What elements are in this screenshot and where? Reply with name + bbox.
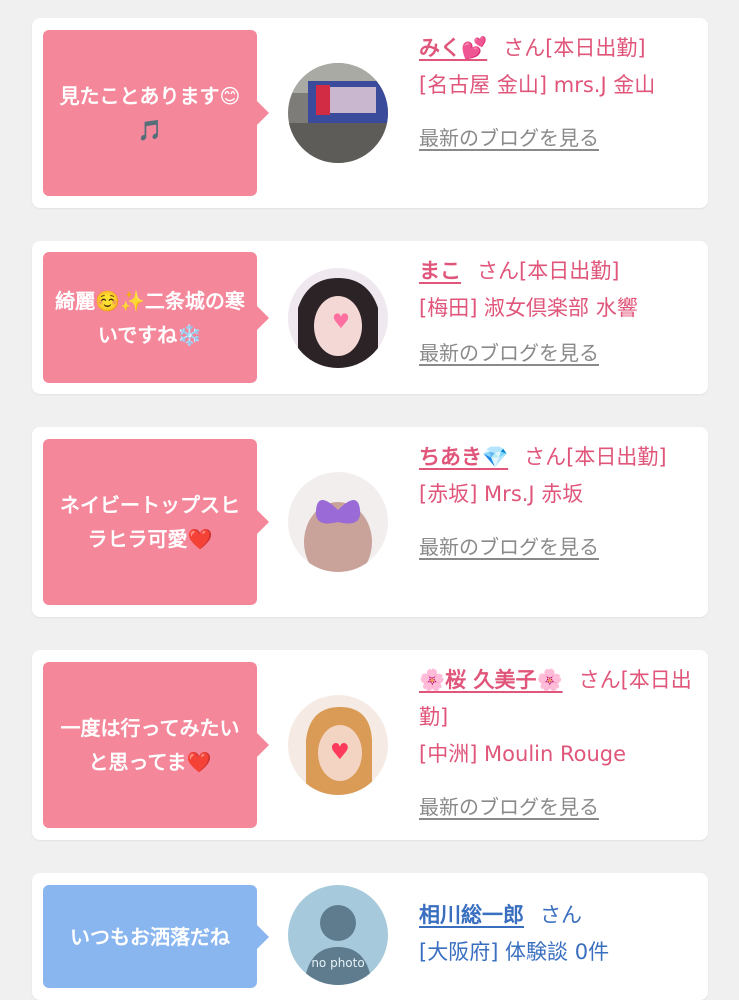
cast-info: ちあき💎 さん[本日出勤] [赤坂] Mrs.J 赤坂 最新のブログを見る	[419, 439, 699, 566]
no-photo-label: no photo	[311, 956, 364, 970]
honorific: さん	[524, 445, 567, 469]
avatar-photo-icon	[288, 63, 388, 163]
status-badge: [本日出勤]	[545, 36, 646, 60]
review-card: 見たことあります😊🎵 みく💕 さん[本日出勤] [名古屋 金山] mrs.J 金山…	[32, 18, 708, 208]
avatar[interactable]: ♥	[288, 268, 388, 368]
comment-bubble: ネイビートップスヒラヒラ可愛❤️	[43, 439, 269, 605]
reviewer-name-link[interactable]: 相川総一郎	[419, 903, 524, 927]
shop-info: [赤坂] Mrs.J 赤坂	[419, 482, 584, 506]
review-card: いつもお洒落だね no photo 相川総一郎 さん [大阪府] 体験談 0件	[32, 873, 708, 1000]
honorific: さん	[477, 259, 519, 283]
comment-bubble: いつもお洒落だね	[43, 885, 269, 988]
avatar[interactable]: no photo	[288, 885, 388, 985]
honorific: さん	[540, 903, 582, 927]
review-card: ネイビートップスヒラヒラ可愛❤️ ちあき💎 さん[本日出勤] [赤坂] Mrs.J…	[32, 427, 708, 617]
avatar-photo-icon: ♥	[288, 268, 388, 368]
status-badge: [本日出勤]	[566, 445, 667, 469]
comment-text: 綺麗☺️✨二条城の寒いですね❄️	[55, 288, 245, 347]
avatar[interactable]	[288, 472, 388, 572]
cast-name-link[interactable]: みく💕	[419, 36, 487, 60]
review-list: 見たことあります😊🎵 みく💕 さん[本日出勤] [名古屋 金山] mrs.J 金山…	[0, 0, 739, 1000]
honorific: さん	[578, 668, 621, 692]
blog-link[interactable]: 最新のブログを見る	[419, 529, 599, 566]
comment-bubble: 見たことあります😊🎵	[43, 30, 269, 196]
blog-link[interactable]: 最新のブログを見る	[419, 789, 599, 826]
cast-info: まこ さん[本日出勤] [梅田] 淑女倶楽部 水響 最新のブログを見る	[419, 253, 699, 372]
honorific: さん	[503, 36, 546, 60]
cast-name-link[interactable]: 🌸桜 久美子🌸	[419, 668, 563, 692]
comment-text: 見たことあります😊🎵	[59, 84, 241, 142]
avatar[interactable]: ♥	[288, 695, 388, 795]
comment-bubble: 綺麗☺️✨二条城の寒いですね❄️	[43, 252, 269, 383]
cast-info: みく💕 さん[本日出勤] [名古屋 金山] mrs.J 金山 最新のブログを見る	[419, 30, 699, 157]
shop-info: [名古屋 金山] mrs.J 金山	[419, 73, 656, 97]
status-badge: [本日出勤]	[519, 259, 620, 283]
avatar[interactable]	[288, 63, 388, 163]
blog-link[interactable]: 最新のブログを見る	[419, 335, 599, 372]
cast-name-link[interactable]: ちあき💎	[419, 445, 508, 469]
review-card: 綺麗☺️✨二条城の寒いですね❄️ ♥ まこ さん[本日出勤] [梅田] 淑女倶楽部…	[32, 241, 708, 394]
no-photo-silhouette-icon: no photo	[288, 885, 388, 985]
cast-info: 🌸桜 久美子🌸 さん[本日出勤] [中洲] Moulin Rouge 最新のブログ…	[419, 662, 699, 826]
shop-info: [中洲] Moulin Rouge	[419, 742, 627, 766]
cast-name-link[interactable]: まこ	[419, 259, 461, 283]
comment-bubble: 一度は行ってみたいと思ってま❤️	[43, 662, 269, 828]
svg-text:♥: ♥	[332, 309, 350, 333]
comment-text: ネイビートップスヒラヒラ可愛❤️	[60, 493, 240, 551]
avatar-photo-icon: ♥	[288, 695, 388, 795]
svg-text:♥: ♥	[330, 740, 350, 765]
comment-text: いつもお洒落だね	[70, 924, 230, 949]
comment-text: 一度は行ってみたいと思ってま❤️	[60, 716, 240, 774]
review-count-info: [大阪府] 体験談 0件	[419, 940, 610, 964]
review-card: 一度は行ってみたいと思ってま❤️ ♥ 🌸桜 久美子🌸 さん[本日出勤] [中洲] …	[32, 650, 708, 840]
avatar-photo-icon	[288, 472, 388, 572]
shop-info: [梅田] 淑女倶楽部 水響	[419, 296, 638, 320]
blog-link[interactable]: 最新のブログを見る	[419, 120, 599, 157]
user-info: 相川総一郎 さん [大阪府] 体験談 0件	[419, 897, 699, 971]
